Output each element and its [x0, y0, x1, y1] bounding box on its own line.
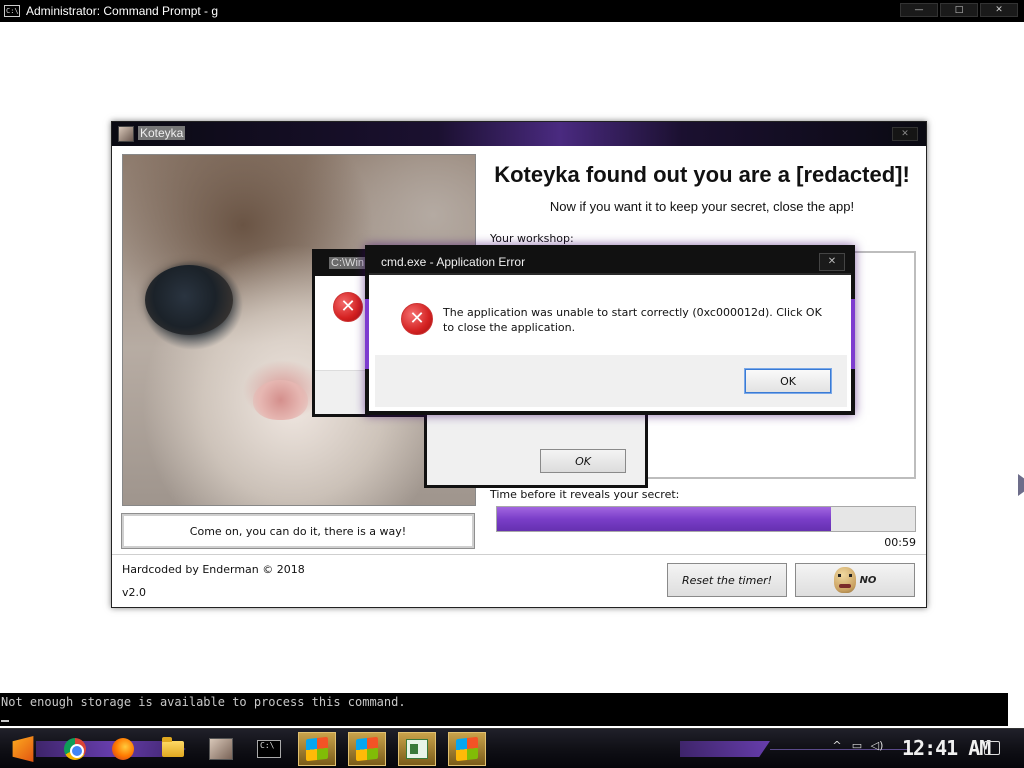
- error-dialog-close-button[interactable]: ✕: [819, 253, 845, 271]
- page-title: Koteyka found out you are a [redacted]!: [494, 162, 910, 187]
- cmd-window-controls: — □ ✕: [900, 3, 1018, 17]
- taskbar-file-explorer[interactable]: [154, 732, 192, 766]
- chevron-up-icon[interactable]: ^: [830, 739, 844, 753]
- taskbar-error-app-1[interactable]: [298, 732, 336, 766]
- windows-app-icon: [456, 736, 478, 762]
- cmd-task-icon: C:\: [257, 740, 281, 758]
- timer-progress-bar: [496, 506, 916, 532]
- windows-app-icon: [356, 736, 378, 762]
- face-eyes: [837, 574, 852, 577]
- taskbar-firefox[interactable]: [104, 732, 142, 766]
- ok-button[interactable]: OK: [540, 449, 626, 473]
- firefox-icon: [112, 738, 134, 760]
- taskbar-error-app-3[interactable]: [448, 732, 486, 766]
- error-icon: ✕: [333, 292, 363, 322]
- error-dialog-footer: OK: [375, 355, 847, 407]
- subtitle: Now if you want it to keep your secret, …: [549, 199, 855, 214]
- taskbar: C:\ ^ ▭ ◁) 12:41 AM: [0, 728, 1024, 768]
- baldi-face-icon: [833, 567, 856, 593]
- workshop-label: Your workshop:: [490, 232, 574, 245]
- taskbar-sheet-app[interactable]: [398, 732, 436, 766]
- error-dialog-titlebar[interactable]: cmd.exe - Application Error ✕: [369, 249, 851, 275]
- error-dialog-title: cmd.exe - Application Error: [381, 255, 526, 269]
- taskbar-koteyka[interactable]: [202, 732, 240, 766]
- error-icon: ✕: [401, 303, 433, 335]
- error-dialog-back-title: C:\Win: [329, 257, 366, 269]
- version-text: v2.0: [122, 586, 147, 599]
- windows-app-icon: [306, 736, 328, 762]
- error-message: The application was unable to start corr…: [443, 306, 822, 334]
- timer-label: Time before it reveals your secret:: [490, 488, 680, 501]
- koteyka-close-button[interactable]: ✕: [892, 127, 918, 141]
- volume-icon[interactable]: ◁): [870, 739, 884, 753]
- console-output: Not enough storage is available to proce…: [0, 693, 1008, 726]
- reset-timer-button[interactable]: Reset the timer!: [667, 563, 787, 597]
- chrome-icon: [64, 738, 86, 760]
- cat-thumb-icon: [209, 738, 233, 760]
- glow-accent-left: [365, 299, 369, 369]
- glow-accent-right: [851, 299, 855, 369]
- close-button[interactable]: ✕: [980, 3, 1018, 17]
- timer-progress-fill: [497, 507, 832, 531]
- cmd-titlebar[interactable]: C:\ Administrator: Command Prompt - g — …: [0, 0, 1024, 22]
- error-dialog-mid-footer: OK: [427, 410, 645, 485]
- no-label: NO: [859, 574, 877, 586]
- minimize-button[interactable]: —: [900, 3, 938, 17]
- sheet-icon: [406, 739, 428, 759]
- divider: [112, 554, 926, 555]
- console-message: Not enough storage is available to proce…: [1, 695, 406, 709]
- network-icon[interactable]: ▭: [850, 739, 864, 753]
- cmd-window-icon: C:\: [4, 5, 20, 17]
- application-error-dialog: cmd.exe - Application Error ✕ ✕ The appl…: [365, 245, 855, 415]
- cat-nose: [253, 380, 308, 420]
- timer-value: 00:59: [884, 536, 916, 549]
- taskbar-command-prompt[interactable]: C:\: [250, 732, 288, 766]
- cmd-window-title: Administrator: Command Prompt - g: [26, 4, 219, 18]
- notification-icon[interactable]: [984, 741, 1000, 755]
- taskbar-accent-right: [680, 741, 770, 757]
- error-dialog-mid: OK: [424, 410, 648, 488]
- start-icon: [12, 736, 34, 762]
- start-button[interactable]: [4, 732, 42, 766]
- credit-text: Hardcoded by Enderman © 2018: [122, 563, 305, 576]
- koteyka-titlebar[interactable]: Koteyka ✕: [112, 122, 926, 146]
- face-mouth: [838, 584, 851, 588]
- koteyka-window-title: Koteyka: [138, 126, 186, 140]
- cat-app-icon: [118, 126, 134, 142]
- hint-button[interactable]: Come on, you can do it, there is a way!: [121, 513, 475, 549]
- ok-button[interactable]: OK: [744, 368, 832, 394]
- error-dialog-body: ✕ The application was unable to start co…: [375, 275, 847, 355]
- maximize-button[interactable]: □: [940, 3, 978, 17]
- system-tray: ^ ▭ ◁): [830, 739, 884, 753]
- baldi-image-button[interactable]: NO: [795, 563, 915, 597]
- scroll-arrow-icon[interactable]: [1018, 474, 1024, 496]
- cat-eye: [145, 265, 233, 335]
- taskbar-chrome[interactable]: [56, 732, 94, 766]
- taskbar-clock[interactable]: 12:41 AM: [902, 736, 991, 760]
- taskbar-error-app-2[interactable]: [348, 732, 386, 766]
- folder-icon: [162, 737, 184, 757]
- console-cursor: [1, 720, 9, 722]
